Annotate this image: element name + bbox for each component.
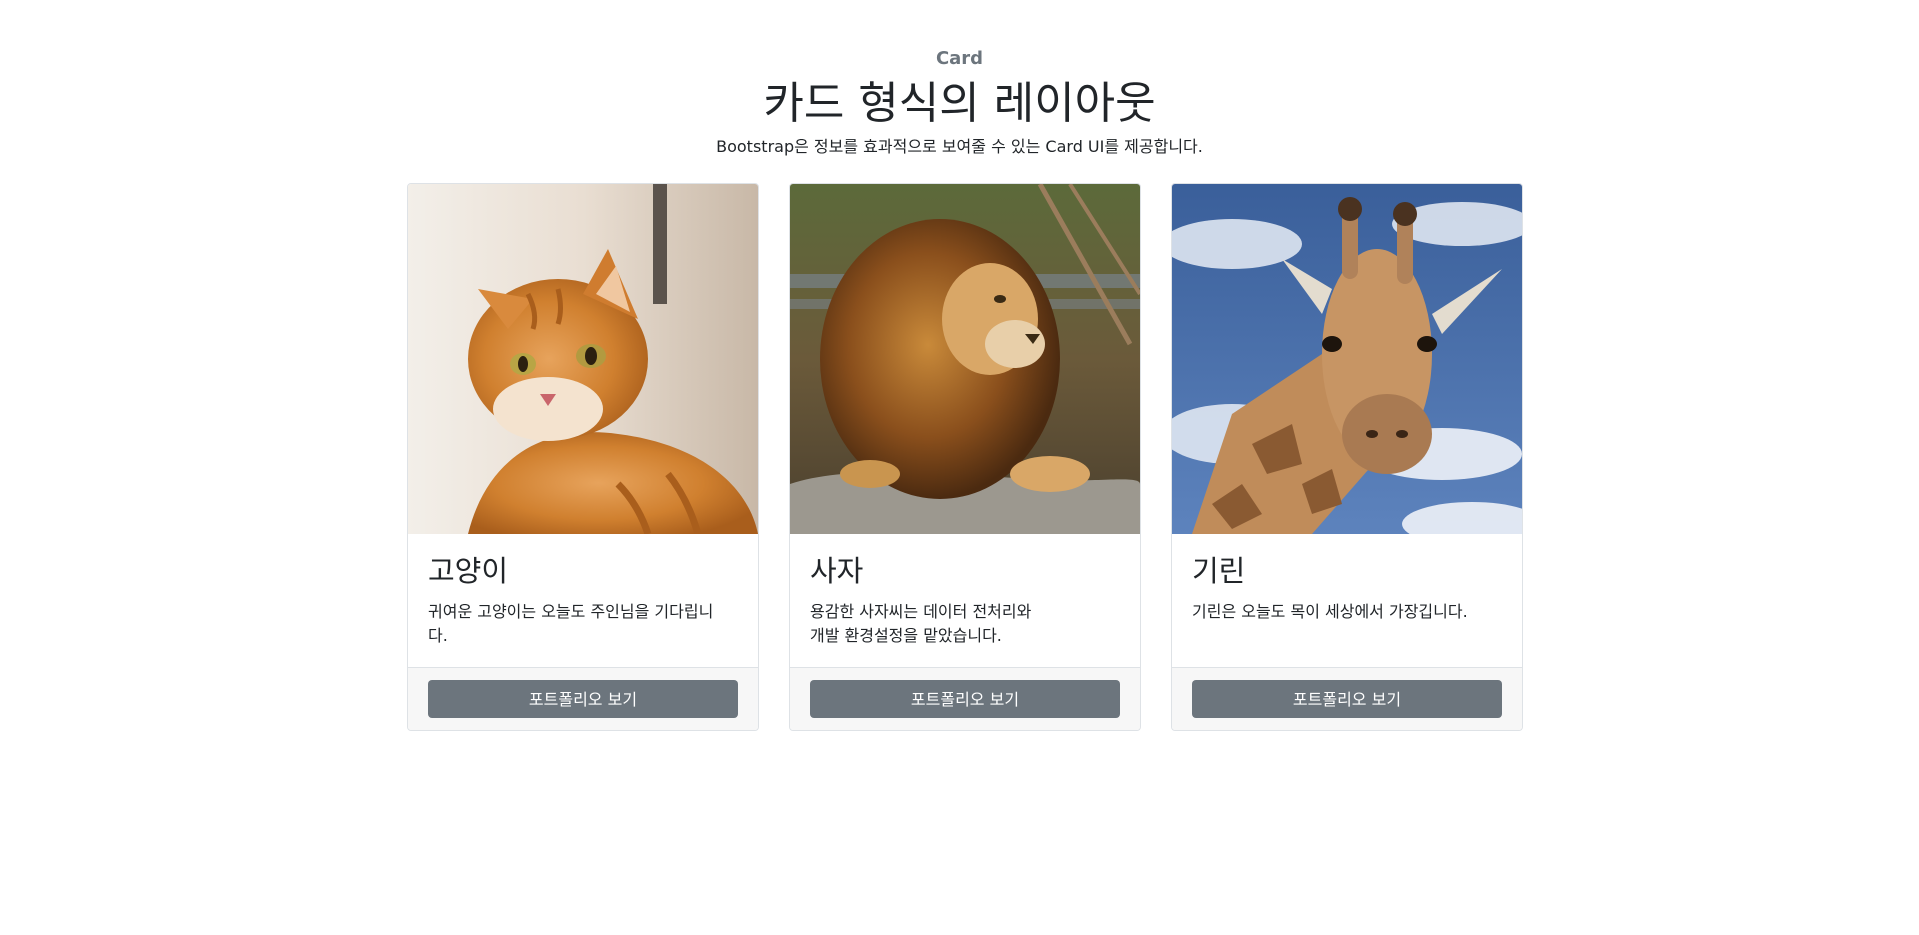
card-body: 사자 용감한 사자씨는 데이터 전처리와 개발 환경설정을 맡았습니다. [790, 534, 1140, 667]
card-body: 고양이 귀여운 고양이는 오늘도 주인님을 기다립니 다. [408, 534, 758, 667]
card-grid: 고양이 귀여운 고양이는 오늘도 주인님을 기다립니 다. 포트폴리오 보기 사… [407, 183, 1523, 733]
portfolio-button[interactable]: 포트폴리오 보기 [428, 680, 738, 718]
card-footer: 포트폴리오 보기 [408, 667, 758, 730]
card-cat: 고양이 귀여운 고양이는 오늘도 주인님을 기다립니 다. 포트폴리오 보기 [407, 183, 759, 731]
card-body: 기린 기린은 오늘도 목이 세상에서 가장깁니다. [1172, 534, 1522, 667]
card-footer: 포트폴리오 보기 [1172, 667, 1522, 730]
cat-photo [408, 184, 758, 534]
giraffe-photo [1172, 184, 1522, 534]
card-giraffe: 기린 기린은 오늘도 목이 세상에서 가장깁니다. 포트폴리오 보기 [1171, 183, 1523, 731]
page-title: 카드 형식의 레이아웃 [763, 78, 1156, 129]
card-title: 기린 [1192, 554, 1246, 588]
portfolio-button[interactable]: 포트폴리오 보기 [1192, 680, 1502, 718]
card-text: 기린은 오늘도 목이 세상에서 가장깁니다. [1192, 602, 1468, 621]
card-footer: 포트폴리오 보기 [790, 667, 1140, 730]
card-title: 고양이 [428, 554, 509, 588]
card-text: 귀여운 고양이는 오늘도 주인님을 기다립니 다. [428, 602, 714, 645]
card-title: 사자 [810, 554, 864, 588]
section-eyebrow: Card [935, 48, 984, 69]
card-text: 용감한 사자씨는 데이터 전처리와 개발 환경설정을 맡았습니다. [810, 602, 1032, 645]
lion-photo [790, 184, 1140, 534]
page-subtitle: Bootstrap은 정보를 효과적으로 보여줄 수 있는 Card UI를 제… [716, 137, 1203, 156]
card-lion: 사자 용감한 사자씨는 데이터 전처리와 개발 환경설정을 맡았습니다. 포트폴… [789, 183, 1141, 731]
portfolio-button[interactable]: 포트폴리오 보기 [810, 680, 1120, 718]
